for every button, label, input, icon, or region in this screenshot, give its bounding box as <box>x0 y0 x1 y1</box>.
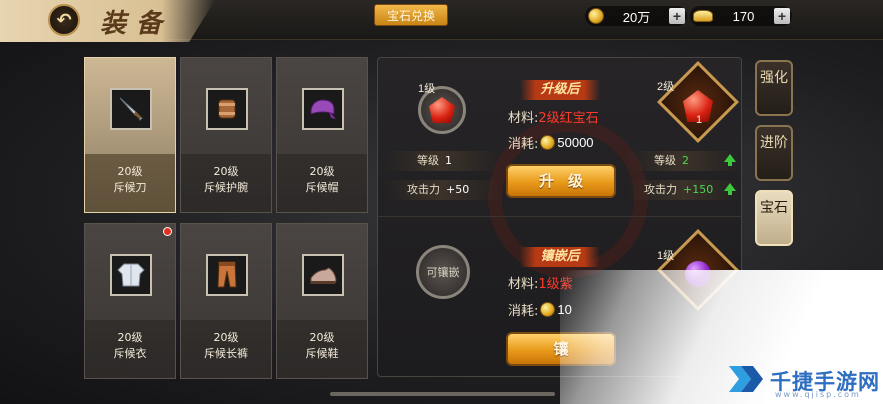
empty-gem-socket[interactable]: 可镶嵌 <box>416 245 470 299</box>
add-ingot-button[interactable]: + <box>774 8 790 24</box>
page-title: 装备 <box>100 9 173 39</box>
stat-value: 1 <box>445 154 452 167</box>
equip-name: 斥候护腕 <box>204 181 248 194</box>
ingot-value: 170 <box>732 8 755 24</box>
upgrade-material: 材料:2级红宝石 <box>508 107 599 126</box>
watermark-logo-icon <box>727 362 765 396</box>
pants-icon <box>206 254 248 296</box>
equip-card-pants[interactable]: 20级 斥候长裤 <box>180 223 272 379</box>
armor-icon <box>110 254 152 296</box>
equip-level: 20级 <box>309 331 335 344</box>
equip-name: 斥候帽 <box>305 181 339 194</box>
section-divider <box>378 216 741 217</box>
gold-coin-icon <box>540 302 556 317</box>
stat-value: +50 <box>446 183 470 196</box>
sword-icon <box>110 88 152 130</box>
ingot-currency: 170 + <box>690 6 792 26</box>
hat-icon <box>302 88 344 130</box>
equip-info: 20级 斥候长裤 <box>181 320 271 378</box>
upgrade-ribbon: 升级后 <box>520 80 600 100</box>
equip-card-boots[interactable]: 20级 斥候鞋 <box>276 223 368 379</box>
equip-info: 20级 斥候护腕 <box>181 154 271 212</box>
material-value: 2级红宝石 <box>538 111 599 126</box>
gold-coin-icon <box>588 8 604 24</box>
equip-level: 20级 <box>117 165 143 178</box>
equip-level: 20级 <box>213 331 239 344</box>
upgrade-button[interactable]: 升级 <box>506 164 616 198</box>
equip-info: 20级 斥候鞋 <box>277 320 367 378</box>
current-gem-level: 1级 <box>418 83 436 95</box>
notification-dot <box>163 227 172 236</box>
stat-label: 等级 <box>417 154 439 167</box>
equip-level: 20级 <box>309 165 335 178</box>
stat-value: 2 <box>682 154 689 167</box>
boots-icon <box>302 254 344 296</box>
stat-label: 攻击力 <box>407 183 440 196</box>
gold-currency: 20万 + <box>585 6 687 26</box>
equip-info: 20级 斥候衣 <box>85 320 175 378</box>
gold-value: 20万 <box>622 9 651 25</box>
stat-value: +150 <box>683 183 714 196</box>
gem-exchange-button[interactable]: 宝石兑换 <box>374 4 448 26</box>
increase-arrow-icon <box>724 154 736 166</box>
add-gold-button[interactable]: + <box>669 8 685 24</box>
back-button[interactable]: ↶ <box>48 4 80 36</box>
bracer-icon <box>206 88 248 130</box>
gold-ingot-icon <box>693 10 713 22</box>
cost-value: 50000 <box>557 135 594 150</box>
next-gem-level: 2级 <box>657 81 675 93</box>
inlay-available-label: 可镶嵌 <box>426 266 460 279</box>
equip-name: 斥候刀 <box>113 181 147 194</box>
horizontal-scrollbar[interactable] <box>330 392 555 396</box>
gold-coin-icon <box>540 135 556 150</box>
tab-enhance[interactable]: 强化 <box>755 60 793 116</box>
red-gem-icon <box>429 97 455 123</box>
equip-info: 20级 斥候帽 <box>277 154 367 212</box>
equip-card-bracer[interactable]: 20级 斥候护腕 <box>180 57 272 213</box>
increase-arrow-icon <box>724 183 736 195</box>
equip-card-armor[interactable]: 20级 斥候衣 <box>84 223 176 379</box>
material-label: 材料: <box>508 111 539 126</box>
stat-label: 攻击力 <box>644 183 677 196</box>
stat-level-left: 等级 1 <box>382 151 502 171</box>
back-arrow-icon: ↶ <box>56 9 72 31</box>
cost-label: 消耗: <box>508 304 539 319</box>
next-gem-count: 1 <box>696 114 703 126</box>
stat-attack-left: 攻击力 +50 <box>382 180 502 200</box>
equip-name: 斥候衣 <box>113 347 147 360</box>
inlay-ribbon: 镶嵌后 <box>520 247 600 267</box>
equip-name: 斥候长裤 <box>204 347 248 360</box>
tab-advance[interactable]: 进阶 <box>755 125 793 181</box>
equip-card-hat[interactable]: 20级 斥候帽 <box>276 57 368 213</box>
cost-label: 消耗: <box>508 137 539 152</box>
equip-name: 斥候鞋 <box>305 347 339 360</box>
equip-level: 20级 <box>117 331 143 344</box>
tab-gem[interactable]: 宝石 <box>755 190 793 246</box>
upgrade-cost: 消耗: 50000 <box>508 133 594 152</box>
equip-info: 20级 斥候刀 <box>85 154 175 212</box>
equip-level: 20级 <box>213 165 239 178</box>
inlay-gem-level: 1级 <box>657 250 675 262</box>
equip-card-sword[interactable]: 20级 斥候刀 <box>84 57 176 213</box>
stat-label: 等级 <box>654 154 676 167</box>
watermark-url: www.qjisp.com <box>775 390 861 399</box>
material-label: 材料: <box>508 277 539 292</box>
